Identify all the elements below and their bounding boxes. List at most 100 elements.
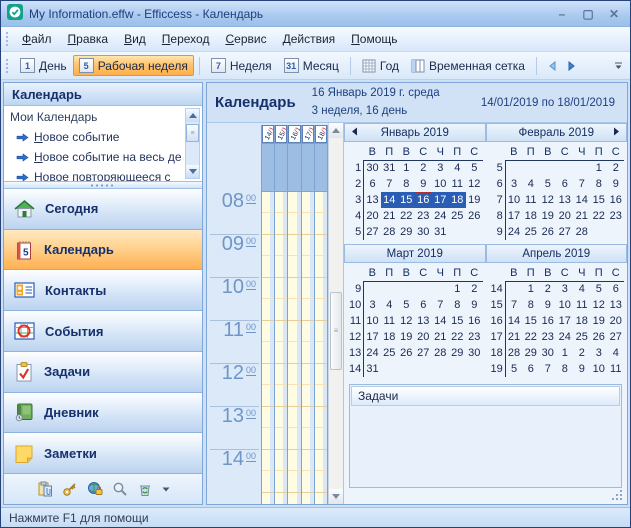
date-cell[interactable]: 19 [539, 208, 556, 224]
date-cell[interactable]: 22 [590, 208, 607, 224]
hour-row-08[interactable]: 0800 [207, 191, 261, 234]
date-cell[interactable]: 3 [556, 281, 573, 297]
tasks-header[interactable]: Задачи [351, 386, 620, 406]
menu-item-Помощь[interactable]: Помощь [343, 29, 405, 49]
date-cell[interactable]: 18 [381, 329, 398, 345]
date-cell[interactable]: 15 [522, 313, 539, 329]
date-cell[interactable]: 10 [364, 313, 381, 329]
hour-row-10[interactable]: 1000 [207, 277, 261, 320]
menu-item-Файл[interactable]: Файл [14, 29, 60, 49]
date-cell[interactable]: 5 [505, 361, 522, 377]
date-cell[interactable]: 24 [364, 345, 381, 361]
toolbar-button-Временная сетка[interactable]: Временная сетка [405, 56, 531, 76]
day-column-grid[interactable] [288, 191, 300, 504]
date-cell[interactable]: 12 [398, 313, 415, 329]
date-cell[interactable]: 24 [556, 329, 573, 345]
day-column-header[interactable]: 17/1 [302, 125, 314, 143]
scrollbar-thumb[interactable]: ≡ [186, 124, 199, 142]
all-day-area[interactable] [275, 143, 287, 191]
date-cell[interactable]: 2 [573, 345, 590, 361]
date-cell[interactable]: 7 [505, 297, 522, 313]
day-column-grid[interactable] [315, 191, 327, 504]
date-cell[interactable]: 30 [466, 345, 483, 361]
date-cell[interactable]: 18 [522, 208, 539, 224]
date-cell[interactable]: 19 [398, 329, 415, 345]
date-cell[interactable]: 14 [432, 313, 449, 329]
date-cell[interactable]: 14 [505, 313, 522, 329]
date-cell[interactable]: 19 [466, 192, 483, 208]
date-cell[interactable]: 30 [539, 345, 556, 361]
date-cell[interactable]: 19 [590, 313, 607, 329]
date-cell[interactable]: 3 [364, 297, 381, 313]
toolbar-button-Год[interactable]: Год [356, 56, 405, 76]
timegrid-scroll-up-icon[interactable] [329, 123, 343, 138]
date-cell[interactable]: 28 [573, 224, 590, 240]
date-cell[interactable]: 10 [505, 192, 522, 208]
date-cell[interactable]: 1 [556, 345, 573, 361]
resize-grip-icon[interactable] [610, 488, 624, 502]
date-cell[interactable]: 26 [398, 345, 415, 361]
day-column-header[interactable]: 14/1 [262, 125, 274, 143]
date-cell[interactable]: 8 [522, 297, 539, 313]
caret-down-button[interactable] [162, 487, 170, 492]
date-cell[interactable]: 6 [607, 281, 624, 297]
sidebar-item-Календарь[interactable]: 5Календарь [4, 230, 202, 271]
toolbar-overflow-button[interactable] [614, 62, 626, 70]
menu-item-Переход[interactable]: Переход [154, 29, 218, 49]
next-month-button[interactable] [609, 127, 624, 136]
minimize-button[interactable]: – [552, 5, 572, 23]
date-cell[interactable]: 11 [522, 192, 539, 208]
date-cell[interactable]: 16 [539, 313, 556, 329]
minicalendar-title[interactable]: Февраль 2019 [486, 123, 628, 142]
date-cell[interactable]: 7 [381, 176, 398, 192]
menu-item-Вид[interactable]: Вид [116, 29, 154, 49]
date-cell[interactable]: 15 [449, 313, 466, 329]
date-cell[interactable]: 2 [539, 281, 556, 297]
date-cell[interactable]: 22 [522, 329, 539, 345]
date-cell[interactable]: 4 [522, 176, 539, 192]
date-cell[interactable]: 24 [505, 224, 522, 240]
date-cell[interactable]: 17 [364, 329, 381, 345]
date-cell[interactable]: 12 [539, 192, 556, 208]
date-cell[interactable]: 27 [415, 345, 432, 361]
date-cell[interactable]: 26 [539, 224, 556, 240]
date-cell[interactable]: 29 [522, 345, 539, 361]
date-cell[interactable]: 23 [466, 329, 483, 345]
date-cell[interactable]: 21 [432, 329, 449, 345]
toolbar-button-Месяц[interactable]: 31Месяц [278, 55, 345, 76]
date-cell[interactable]: 15 [398, 192, 415, 208]
date-cell[interactable]: 7 [432, 297, 449, 313]
day-column-18/1[interactable]: 18/1 [314, 125, 328, 504]
all-day-area[interactable] [315, 143, 327, 191]
all-day-area[interactable] [288, 143, 300, 191]
date-cell[interactable]: 29 [398, 224, 415, 240]
sidebar-splitter[interactable] [4, 182, 202, 189]
hour-row-14[interactable]: 1400 [207, 449, 261, 492]
menu-item-Сервис[interactable]: Сервис [217, 29, 274, 49]
date-cell[interactable]: 30 [415, 224, 432, 240]
date-cell[interactable]: 9 [415, 176, 432, 192]
minicalendar-title[interactable]: Апрель 2019 [486, 244, 628, 263]
sidebar-item-Контакты[interactable]: Контакты [4, 270, 202, 311]
timegrid-scrollbar[interactable]: ≡ [328, 123, 343, 504]
date-cell[interactable]: 12 [466, 176, 483, 192]
date-cell[interactable]: 4 [573, 281, 590, 297]
tasks-empty-area[interactable] [350, 407, 621, 487]
date-cell[interactable]: 31 [364, 361, 381, 377]
timegrid-scroll-track[interactable]: ≡ [329, 138, 343, 489]
date-cell[interactable]: 28 [381, 224, 398, 240]
date-cell[interactable]: 6 [556, 176, 573, 192]
date-cell[interactable]: 11 [607, 361, 624, 377]
day-column-grid[interactable] [302, 191, 314, 504]
date-cell[interactable]: 27 [607, 329, 624, 345]
date-cell[interactable]: 6 [415, 297, 432, 313]
hour-row-13[interactable]: 1300 [207, 406, 261, 449]
date-cell[interactable]: 16 [466, 313, 483, 329]
date-cell[interactable]: 27 [556, 224, 573, 240]
sidebar-list-scrollbar[interactable]: ≡ [185, 108, 200, 179]
date-cell[interactable]: 31 [432, 224, 449, 240]
shortcut-link[interactable]: Новое повторяющееся с [10, 167, 182, 182]
date-cell[interactable]: 16 [607, 192, 624, 208]
day-column-header[interactable]: 18/1 [315, 125, 327, 143]
date-cell[interactable]: 20 [364, 208, 381, 224]
